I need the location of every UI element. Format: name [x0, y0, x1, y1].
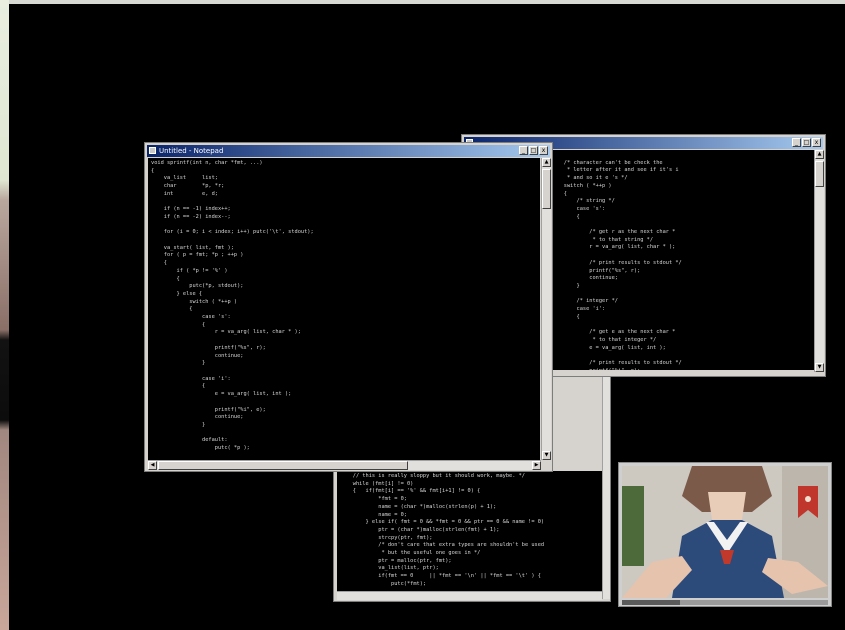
scroll-thumb[interactable] [815, 161, 824, 187]
code-text: // this is really sloppy but it should w… [352, 473, 545, 587]
plant-decoration [622, 486, 644, 566]
scroll-up-icon[interactable]: ▲ [542, 158, 551, 167]
editor-text-area[interactable]: /* character can't be check the * letter… [548, 150, 814, 370]
editor-text-area[interactable]: // this is really sloppy but it should w… [337, 471, 603, 591]
scroll-thumb[interactable] [542, 169, 551, 209]
video-frame[interactable] [622, 466, 828, 598]
editor-window-main[interactable]: Untitled - Notepad _ □ x void sprintf(in… [144, 142, 553, 472]
maximize-button[interactable]: □ [529, 146, 538, 155]
scroll-up-icon[interactable]: ▲ [815, 150, 824, 159]
close-button[interactable]: x [539, 146, 548, 155]
minimize-button[interactable]: _ [519, 146, 528, 155]
seek-bar-progress [622, 600, 680, 605]
vertical-scrollbar[interactable] [602, 377, 610, 599]
scroll-left-icon[interactable]: ◀ [148, 461, 157, 470]
scroll-down-icon[interactable]: ▼ [542, 451, 551, 460]
scroll-thumb[interactable] [158, 461, 408, 470]
app-icon[interactable] [149, 147, 156, 154]
anime-character-image [622, 466, 828, 598]
desktop-edge-strip [0, 0, 9, 630]
minimize-button[interactable]: _ [792, 138, 801, 147]
horizontal-scrollbar[interactable] [337, 591, 602, 600]
window-title: Untitled - Notepad [159, 147, 224, 155]
vertical-scrollbar[interactable]: ▲ ▼ [541, 158, 551, 460]
face [708, 492, 746, 520]
scroll-down-icon[interactable]: ▼ [815, 363, 824, 372]
seek-bar[interactable] [622, 600, 828, 605]
video-player-window[interactable] [618, 462, 832, 607]
scroll-right-icon[interactable]: ▶ [532, 461, 541, 470]
close-button[interactable]: x [812, 138, 821, 147]
code-text: /* character can't be check the * letter… [563, 159, 682, 370]
maximize-button[interactable]: □ [802, 138, 811, 147]
horizontal-scrollbar[interactable]: ◀ ▶ [148, 460, 541, 470]
code-text: void sprintf(int n, char *fmt, ...) { va… [151, 160, 314, 452]
title-bar[interactable]: Untitled - Notepad _ □ x [147, 145, 550, 157]
vertical-scrollbar[interactable]: ▲ ▼ [814, 150, 824, 372]
editor-text-area[interactable]: void sprintf(int n, char *fmt, ...) { va… [148, 158, 540, 460]
screen-top-border [9, 0, 845, 4]
